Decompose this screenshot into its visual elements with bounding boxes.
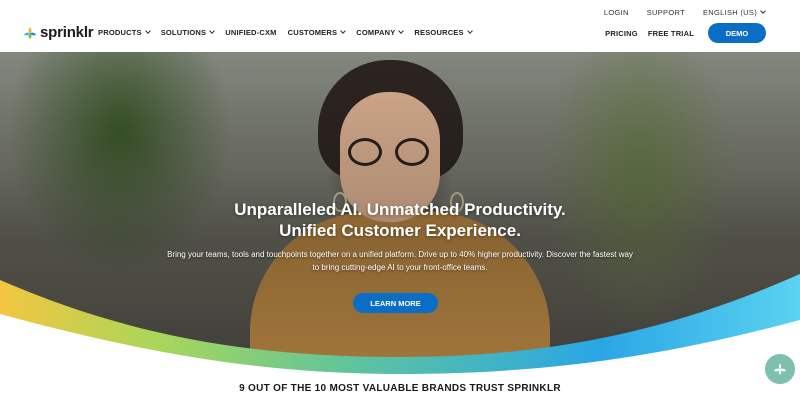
nav-item-unified-cxm[interactable]: UNIFIED-CXM: [225, 28, 276, 37]
chevron-down-icon: [466, 28, 473, 34]
nav-item-customers[interactable]: CUSTOMERS: [287, 28, 347, 37]
hero-title-line-2: Unified Customer Experience.: [279, 221, 521, 240]
hero-section: Unparalleled AI. Unmatched Productivity.…: [0, 52, 800, 396]
hero-title-line-1: Unparalleled AI. Unmatched Productivity.: [234, 200, 566, 219]
chevron-down-icon: [760, 8, 766, 14]
demo-button[interactable]: DEMO: [708, 23, 766, 43]
nav-item-label: CUSTOMERS: [287, 28, 338, 37]
nav-item-label: PRODUCTS: [98, 28, 142, 37]
chevron-down-icon: [340, 28, 347, 34]
chevron-down-icon: [398, 28, 405, 34]
sprinklr-logo-icon: [24, 26, 36, 39]
nav-item-label: UNIFIED-CXM: [225, 28, 277, 37]
chat-assistant-icon: [774, 363, 786, 375]
utility-nav: LOGIN SUPPORT ENGLISH (US): [604, 8, 766, 17]
nav-item-solutions[interactable]: SOLUTIONS: [160, 28, 216, 37]
free-trial-link[interactable]: FREE TRIAL: [648, 29, 694, 38]
nav-item-label: SOLUTIONS: [160, 28, 207, 37]
hero-title: Unparalleled AI. Unmatched Productivity.…: [0, 199, 800, 241]
hero-subtitle-line-2: to bring cutting-edge AI to your front-o…: [312, 263, 488, 272]
logo-wordmark: sprinklr: [40, 24, 94, 41]
pricing-link[interactable]: PRICING: [605, 29, 638, 38]
nav-item-company[interactable]: COMPANY: [356, 28, 405, 37]
site-header: LOGIN SUPPORT ENGLISH (US) sprinklr PROD…: [0, 0, 800, 52]
chat-assistant-button[interactable]: [765, 354, 795, 384]
login-link[interactable]: LOGIN: [604, 8, 629, 17]
language-label: ENGLISH (US): [702, 8, 757, 17]
language-selector[interactable]: ENGLISH (US): [702, 8, 766, 17]
support-link[interactable]: SUPPORT: [647, 8, 685, 17]
nav-item-label: COMPANY: [356, 28, 396, 37]
nav-item-resources[interactable]: RESOURCES: [414, 28, 473, 37]
nav-item-label: RESOURCES: [414, 28, 464, 37]
learn-more-button[interactable]: LEARN MORE: [353, 293, 438, 313]
chevron-down-icon: [209, 28, 216, 34]
header-actions: PRICING FREE TRIAL DEMO: [605, 23, 766, 43]
sprinklr-logo[interactable]: sprinklr: [23, 24, 94, 41]
chevron-down-icon: [144, 28, 151, 34]
main-nav: PRODUCTS SOLUTIONS UNIFIED-CXM CUSTOMERS…: [98, 28, 473, 37]
hero-subtitle: Bring your teams, tools and touchpoints …: [0, 248, 800, 274]
nav-item-products[interactable]: PRODUCTS: [98, 28, 151, 37]
hero-subtitle-line-1: Bring your teams, tools and touchpoints …: [167, 250, 633, 259]
trust-heading: 9 OUT OF THE 10 MOST VALUABLE BRANDS TRU…: [239, 383, 561, 394]
